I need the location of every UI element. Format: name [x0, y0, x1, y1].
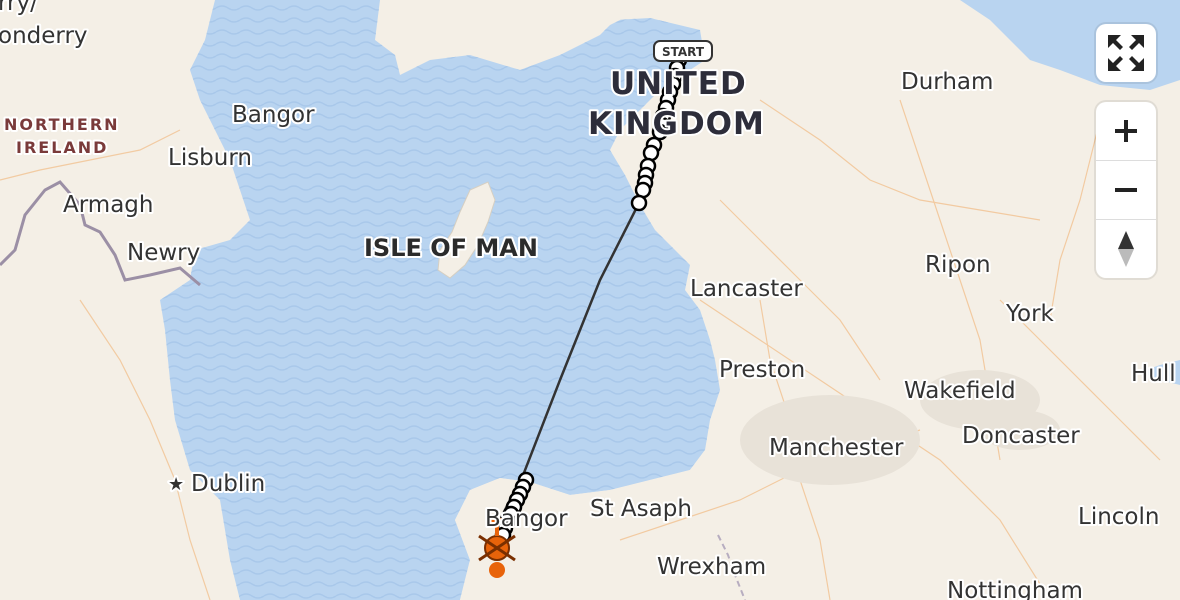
label-lisburn: Lisburn	[168, 145, 252, 171]
label-newry: Newry	[127, 240, 200, 266]
label-northern-ireland-2: IRELAND	[16, 138, 108, 157]
map-canvas[interactable]: START rry/onderry NORTHERN IRELAND Bango…	[0, 0, 1180, 600]
label-ripon: Ripon	[925, 252, 991, 278]
label-doncaster: Doncaster	[962, 423, 1080, 449]
label-hull: Hull	[1131, 361, 1176, 387]
dublin-star-icon: ★	[168, 474, 184, 495]
label-northern-ireland-1: NORTHERN	[4, 115, 120, 134]
label-preston: Preston	[719, 357, 805, 383]
label-bangor-wales: Bangor	[485, 506, 568, 532]
label-nottingham: Nottingham	[947, 578, 1083, 600]
label-armagh: Armagh	[63, 192, 153, 218]
start-marker: START	[653, 40, 713, 62]
navigation-control	[1096, 102, 1156, 278]
fullscreen-icon	[1108, 35, 1144, 71]
label-kingdom: KINGDOM	[588, 106, 765, 142]
label-wrexham: Wrexham	[657, 554, 766, 580]
label-bangor-ni: Bangor	[232, 102, 315, 128]
label-durham: Durham	[901, 69, 993, 95]
fullscreen-control	[1096, 24, 1156, 82]
label-united: UNITED	[610, 66, 747, 102]
zoom-in-button[interactable]	[1096, 102, 1156, 161]
fullscreen-button[interactable]	[1096, 24, 1156, 82]
label-manchester: Manchester	[769, 435, 904, 461]
compass-button[interactable]	[1096, 220, 1156, 278]
zoom-out-button[interactable]	[1096, 161, 1156, 220]
label-york: York	[1005, 301, 1055, 327]
label-lincoln: Lincoln	[1078, 504, 1159, 530]
label-dublin: Dublin	[191, 471, 265, 497]
label-isle-of-man: ISLE OF MAN	[364, 234, 538, 262]
label-wakefield: Wakefield	[904, 378, 1016, 404]
compass-icon	[1118, 231, 1134, 267]
label-st-asaph: St Asaph	[590, 496, 692, 522]
plus-icon	[1115, 120, 1137, 142]
start-marker-label: START	[662, 45, 705, 59]
minus-icon	[1115, 188, 1137, 192]
label-lancaster: Lancaster	[690, 276, 803, 302]
